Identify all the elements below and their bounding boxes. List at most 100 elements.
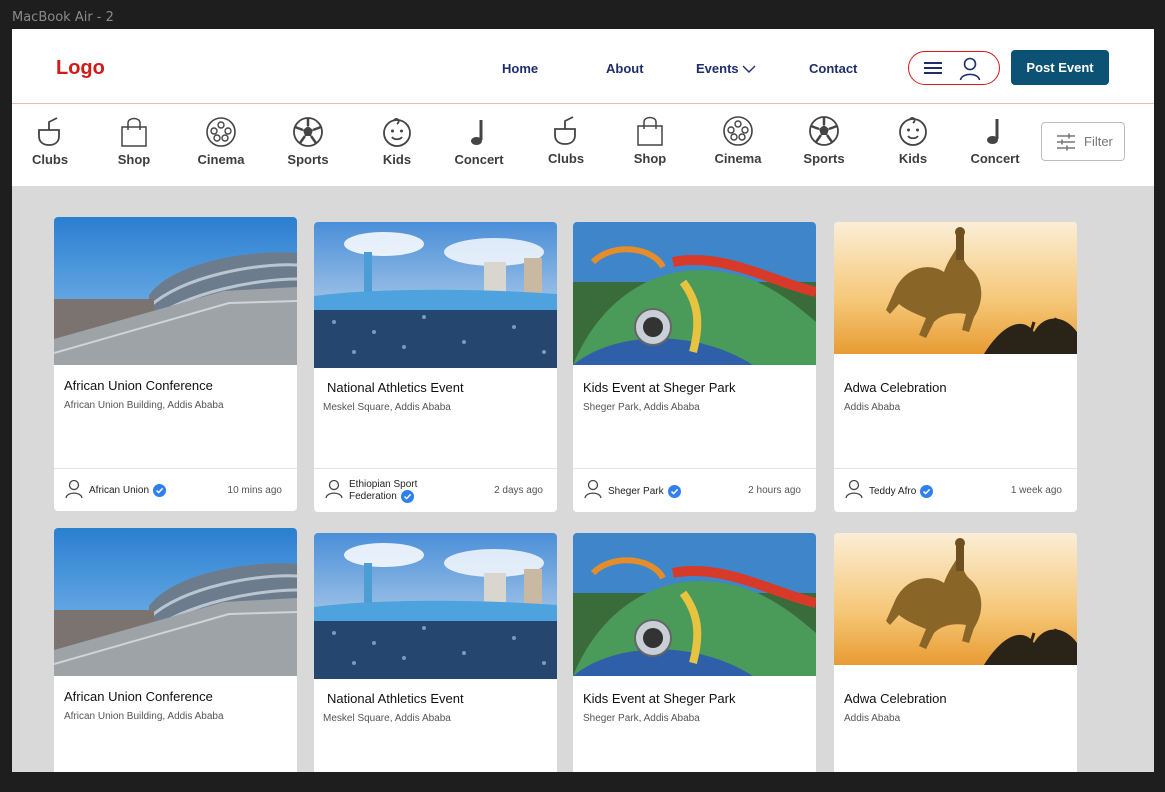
event-title: Adwa Celebration	[844, 691, 947, 706]
organizer-name[interactable]: African Union	[89, 484, 167, 497]
organizer-name[interactable]: Sheger Park	[608, 485, 681, 498]
event-location: Meskel Square, Addis Ababa	[323, 402, 451, 413]
drink-icon	[554, 116, 576, 145]
verified-badge-icon	[400, 490, 414, 503]
event-time: 2 hours ago	[748, 485, 801, 496]
category-label: Cinema	[197, 152, 245, 167]
user-icon	[845, 479, 863, 499]
category-label: Shop	[633, 151, 667, 166]
filter-label: Filter	[1084, 134, 1113, 149]
nav-contact[interactable]: Contact	[809, 61, 857, 76]
event-card[interactable]: African Union Conference African Union B…	[54, 217, 297, 511]
category-concert[interactable]: Concert	[960, 115, 1030, 166]
event-card[interactable]: National Athletics Event Meskel Square, …	[314, 222, 557, 512]
hamburger-menu-icon	[924, 62, 942, 74]
category-label: Shop	[117, 152, 151, 167]
event-card[interactable]: Kids Event at Sheger Park Sheger Park, A…	[573, 533, 816, 772]
sliders-icon	[1057, 133, 1075, 151]
nav-events[interactable]: Events	[696, 61, 756, 76]
category-label: Clubs	[31, 152, 69, 167]
category-shop[interactable]: Shop	[99, 116, 169, 167]
event-location: Meskel Square, Addis Ababa	[323, 713, 451, 724]
category-label: Sports	[287, 152, 329, 167]
user-icon	[325, 479, 343, 499]
category-label: Concert	[454, 152, 504, 167]
verified-badge-icon	[153, 484, 167, 497]
event-image-meskel-square	[314, 533, 557, 679]
card-footer: Teddy Afro 1 week ago	[834, 468, 1077, 512]
card-footer: Ethiopian Sport Federation 2 days ago	[314, 468, 557, 512]
top-navbar: Logo Home About Events Contact Post Even…	[12, 29, 1154, 104]
event-location: African Union Building, Addis Ababa	[64, 711, 224, 722]
category-shop[interactable]: Shop	[615, 115, 685, 166]
account-menu-button[interactable]	[908, 51, 1000, 85]
nav-events-label: Events	[696, 61, 739, 76]
category-label: Kids	[898, 151, 928, 166]
event-image-sheger-park	[573, 533, 816, 676]
organizer-name[interactable]: Ethiopian Sport Federation	[349, 479, 417, 503]
user-icon	[584, 479, 602, 499]
category-clubs[interactable]: Clubs	[531, 115, 601, 166]
category-cinema[interactable]: Cinema	[703, 115, 773, 166]
event-location: Sheger Park, Addis Ababa	[583, 402, 700, 413]
nav-home[interactable]: Home	[502, 61, 538, 76]
event-image-meskel-square	[314, 222, 557, 368]
shopping-bag-icon	[121, 117, 147, 147]
category-label: Clubs	[547, 151, 585, 166]
chevron-down-icon	[742, 65, 756, 74]
baby-face-icon	[383, 118, 411, 147]
card-footer: African Union 10 mins ago	[54, 468, 297, 511]
event-image-au-building	[54, 217, 297, 365]
logo[interactable]: Logo	[56, 57, 105, 80]
event-card[interactable]: Kids Event at Sheger Park Sheger Park, A…	[573, 222, 816, 512]
organizer-label: Sheger Park	[608, 486, 664, 498]
page-frame: Logo Home About Events Contact Post Even…	[12, 29, 1154, 772]
category-concert[interactable]: Concert	[444, 116, 514, 167]
nav-about[interactable]: About	[606, 61, 644, 76]
event-time: 10 mins ago	[227, 485, 282, 496]
event-image-statue	[834, 222, 1077, 354]
film-reel-icon	[206, 117, 236, 147]
event-time: 1 week ago	[1010, 485, 1062, 496]
organizer-label: African Union	[89, 485, 150, 497]
drink-icon	[38, 117, 60, 146]
event-title: Adwa Celebration	[844, 380, 947, 395]
category-cinema[interactable]: Cinema	[186, 116, 256, 167]
category-kids[interactable]: Kids	[878, 115, 948, 166]
music-note-icon	[471, 120, 483, 145]
organizer-label: Federation	[349, 491, 397, 503]
category-label: Concert	[970, 151, 1020, 166]
event-image-statue	[834, 533, 1077, 665]
event-card[interactable]: National Athletics Event Meskel Square, …	[314, 533, 557, 772]
event-card[interactable]: Adwa Celebration Addis Ababa Teddy Afro …	[834, 222, 1077, 512]
event-title: Kids Event at Sheger Park	[583, 691, 736, 706]
user-icon	[959, 57, 981, 81]
category-clubs[interactable]: Clubs	[15, 116, 85, 167]
shopping-bag-icon	[637, 116, 663, 146]
event-image-au-building	[54, 528, 297, 676]
soccer-ball-icon	[809, 116, 839, 146]
category-label: Sports	[803, 151, 845, 166]
baby-face-icon	[899, 117, 927, 146]
category-label: Kids	[382, 152, 412, 167]
event-title: Kids Event at Sheger Park	[583, 380, 736, 395]
event-location: African Union Building, Addis Ababa	[64, 400, 224, 411]
event-card[interactable]: African Union Conference African Union B…	[54, 528, 297, 772]
event-title: National Athletics Event	[327, 380, 464, 395]
organizer-name[interactable]: Teddy Afro	[869, 485, 934, 498]
filter-button[interactable]: Filter	[1041, 122, 1125, 161]
user-icon	[65, 479, 83, 499]
event-card[interactable]: Adwa Celebration Addis Ababa	[834, 533, 1077, 772]
post-event-button[interactable]: Post Event	[1011, 50, 1109, 85]
category-kids[interactable]: Kids	[362, 116, 432, 167]
event-time: 2 days ago	[494, 485, 543, 496]
verified-badge-icon	[920, 485, 934, 498]
event-location: Sheger Park, Addis Ababa	[583, 713, 700, 724]
category-sports[interactable]: Sports	[273, 116, 343, 167]
event-title: African Union Conference	[64, 378, 213, 393]
category-sports[interactable]: Sports	[789, 115, 859, 166]
category-label: Cinema	[714, 151, 762, 166]
event-location: Addis Ababa	[844, 713, 901, 724]
soccer-ball-icon	[293, 117, 323, 147]
frame-label: MacBook Air - 2	[12, 10, 114, 25]
